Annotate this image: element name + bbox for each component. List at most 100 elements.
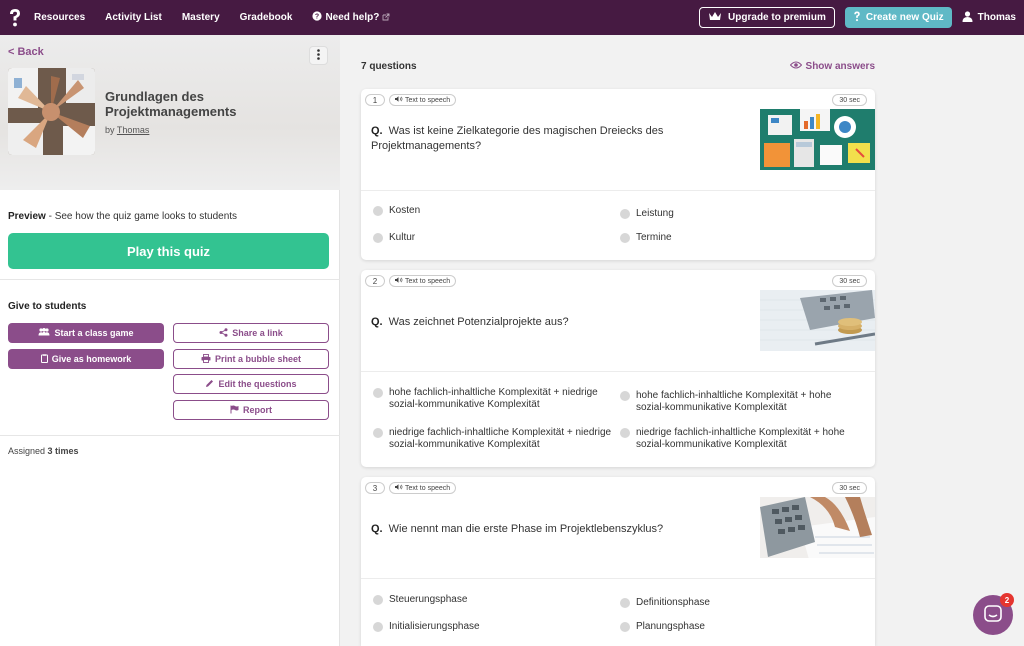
option-text: niedrige fachlich-inhaltliche Komplexitä… (636, 427, 845, 450)
assigned-times: 3 times (47, 446, 79, 456)
nav-need-help[interactable]: ? Need help? (312, 11, 390, 24)
question-prefix: Q. (371, 125, 383, 137)
clipboard-icon (40, 353, 48, 365)
start-class-game-button[interactable]: Start a class game (8, 323, 164, 343)
answer-option: Kultur (373, 232, 613, 244)
share-link-label: Share a link (232, 328, 283, 338)
quiz-thumbnail (8, 68, 95, 155)
question-body: Was zeichnet Potenzialprojekte aus? (388, 316, 569, 328)
print-bubble-sheet-button[interactable]: Print a bubble sheet (173, 349, 329, 369)
text-to-speech-button[interactable]: Text to speech (389, 482, 457, 494)
create-quiz-button[interactable]: Create new Quiz (844, 7, 952, 28)
question-card-1: 1 Text to speech 30 sec Q. Was ist keine … (361, 89, 875, 260)
option-radio-icon (620, 598, 630, 608)
option-radio-icon (620, 209, 630, 219)
question-text: Q. Wie nennt man die erste Phase im Proje… (371, 522, 701, 537)
card-divider (361, 578, 875, 579)
eye-icon (789, 61, 802, 72)
answer-option: Planungsphase (620, 621, 860, 633)
option-text: Kosten (389, 205, 421, 216)
speaker-icon (395, 277, 403, 285)
option-text: Steuerungsphase (389, 594, 468, 605)
share-icon (219, 327, 228, 339)
answer-option: Kosten (373, 205, 613, 217)
more-options-button[interactable] (309, 46, 328, 65)
nav-gradebook[interactable]: Gradebook (240, 12, 293, 23)
quizizz-logo-icon[interactable] (2, 0, 28, 35)
give-homework-label: Give as homework (51, 354, 132, 364)
share-link-button[interactable]: Share a link (173, 323, 329, 343)
option-radio-icon (373, 595, 383, 605)
answer-option: hohe fachlich-inhaltliche Komplexität + … (373, 387, 613, 411)
back-link[interactable]: < Back (8, 46, 44, 58)
author-link[interactable]: Thomas (117, 125, 150, 135)
quiz-title: Grundlagen des Projektmanagements (105, 89, 237, 119)
edit-questions-label: Edit the questions (218, 379, 297, 389)
question-image (760, 109, 875, 170)
option-text: hohe fachlich-inhaltliche Komplexität + … (636, 390, 832, 413)
show-answers-label: Show answers (805, 61, 875, 72)
section-divider (0, 279, 340, 280)
tts-label: Text to speech (405, 484, 451, 492)
question-number: 2 (365, 275, 385, 287)
answer-option: Initialisierungsphase (373, 621, 613, 633)
option-radio-icon (620, 622, 630, 632)
report-label: Report (243, 405, 272, 415)
author-prefix: by (105, 125, 115, 135)
question-circle-icon: ? (312, 11, 323, 24)
nav-activity-list[interactable]: Activity List (105, 12, 162, 23)
option-text: Termine (636, 232, 672, 243)
preview-rest: - See how the quiz game looks to student… (45, 211, 238, 222)
edit-questions-button[interactable]: Edit the questions (173, 374, 329, 394)
text-to-speech-button[interactable]: Text to speech (389, 94, 457, 106)
play-quiz-button[interactable]: Play this quiz (8, 233, 329, 269)
upgrade-label: Upgrade to premium (728, 12, 826, 23)
user-name: Thomas (977, 12, 1016, 23)
create-label: Create new Quiz (865, 12, 944, 23)
answer-option: Definitionsphase (620, 597, 860, 609)
question-card-2: 2 Text to speech 30 sec Q. Was zeichnet P… (361, 270, 875, 467)
svg-text:?: ? (315, 14, 319, 21)
assigned-prefix: Assigned (8, 446, 48, 456)
answer-option: hohe fachlich-inhaltliche Komplexität + … (620, 390, 860, 414)
preview-description: Preview - See how the quiz game looks to… (8, 211, 237, 222)
answer-option: niedrige fachlich-inhaltliche Komplexitä… (373, 427, 613, 451)
show-answers-toggle[interactable]: Show answers (789, 61, 875, 72)
external-link-icon (382, 13, 390, 23)
nav-mastery[interactable]: Mastery (182, 12, 220, 23)
answer-option: Termine (620, 232, 860, 244)
question-time: 30 sec (832, 94, 867, 106)
give-homework-button[interactable]: Give as homework (8, 349, 164, 369)
text-to-speech-button[interactable]: Text to speech (389, 275, 457, 287)
option-radio-icon (373, 233, 383, 243)
option-text: niedrige fachlich-inhaltliche Komplexitä… (389, 427, 612, 450)
pencil-icon (205, 379, 214, 390)
nav-resources[interactable]: Resources (34, 12, 85, 23)
option-radio-icon (620, 428, 630, 438)
question-mark-icon (853, 11, 861, 25)
user-menu[interactable]: Thomas (962, 10, 1016, 25)
quiz-sidebar: < Back Grundlagen des Projektmanagements… (0, 35, 340, 646)
option-radio-icon (373, 428, 383, 438)
option-radio-icon (620, 391, 630, 401)
need-help-label: Need help? (325, 12, 380, 23)
section-divider (0, 435, 340, 436)
question-count: 7 questions (361, 61, 417, 72)
user-icon (962, 10, 973, 25)
upgrade-premium-button[interactable]: Upgrade to premium (699, 7, 835, 28)
option-radio-icon (373, 388, 383, 398)
question-number: 1 (365, 94, 385, 106)
card-divider (361, 190, 875, 191)
report-button[interactable]: Report (173, 400, 329, 420)
option-text: Definitionsphase (636, 597, 710, 608)
assigned-count: Assigned 3 times (8, 446, 79, 456)
answer-option: Steuerungsphase (373, 594, 613, 606)
option-text: Leistung (636, 208, 674, 219)
answer-option: Leistung (620, 208, 860, 220)
option-radio-icon (373, 206, 383, 216)
tts-label: Text to speech (405, 96, 451, 104)
questions-header: 7 questions Show answers (361, 61, 875, 75)
question-number: 3 (365, 482, 385, 494)
print-bubble-sheet-label: Print a bubble sheet (214, 354, 301, 364)
question-image (760, 497, 875, 558)
